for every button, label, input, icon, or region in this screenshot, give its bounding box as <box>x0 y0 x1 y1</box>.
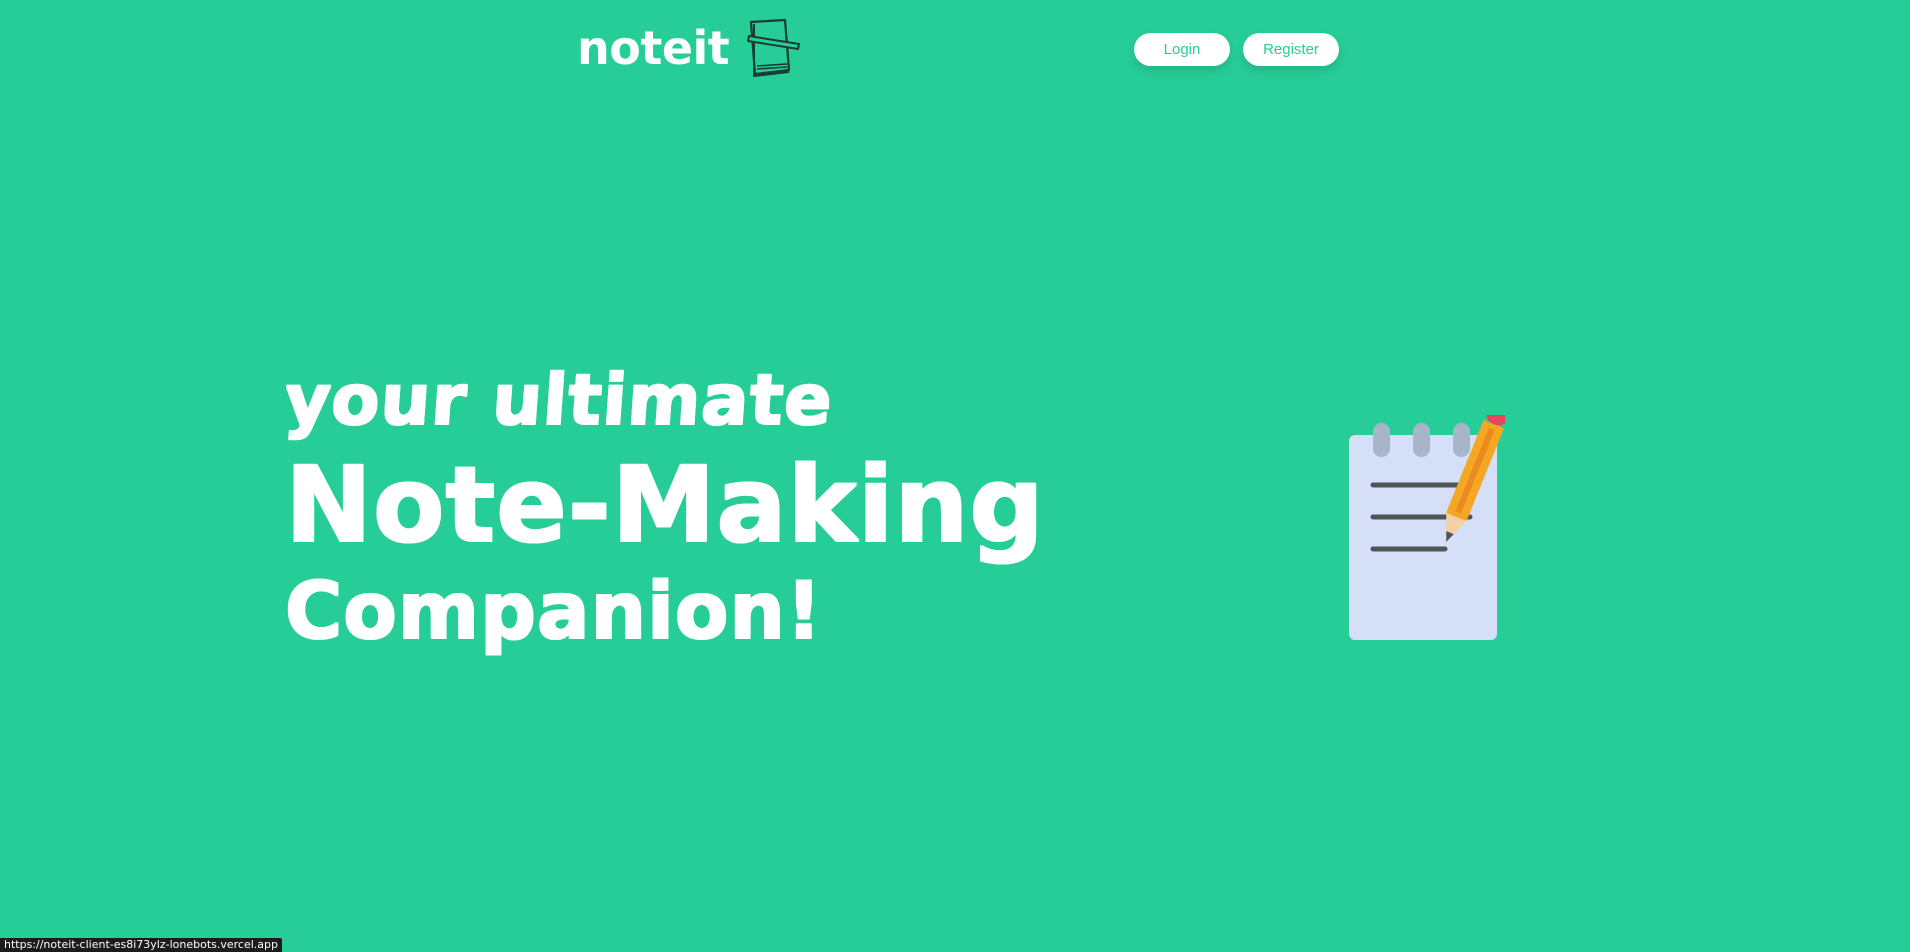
login-button[interactable]: Login <box>1134 33 1230 66</box>
landing-page: noteit Login Register your ultimate Note… <box>0 0 1910 952</box>
auth-buttons: Login Register <box>1134 33 1339 66</box>
hero-line-3: Companion! <box>285 567 823 657</box>
notepad-pencil-icon <box>1349 415 1505 640</box>
top-header: noteit Login Register <box>0 0 1910 100</box>
hero-line-1: your ultimate <box>282 359 836 441</box>
notebook-icon <box>747 18 801 78</box>
brand-name: noteit <box>577 21 730 75</box>
brand-home-link[interactable]: noteit <box>577 18 803 78</box>
hero-title: your ultimate Note-Making Companion! <box>282 355 1045 660</box>
register-button[interactable]: Register <box>1243 33 1339 66</box>
hero-line-2: Note-Making <box>285 444 1045 566</box>
status-bar-url: https://noteit-client-es8i73ylz-lonebots… <box>0 938 283 952</box>
